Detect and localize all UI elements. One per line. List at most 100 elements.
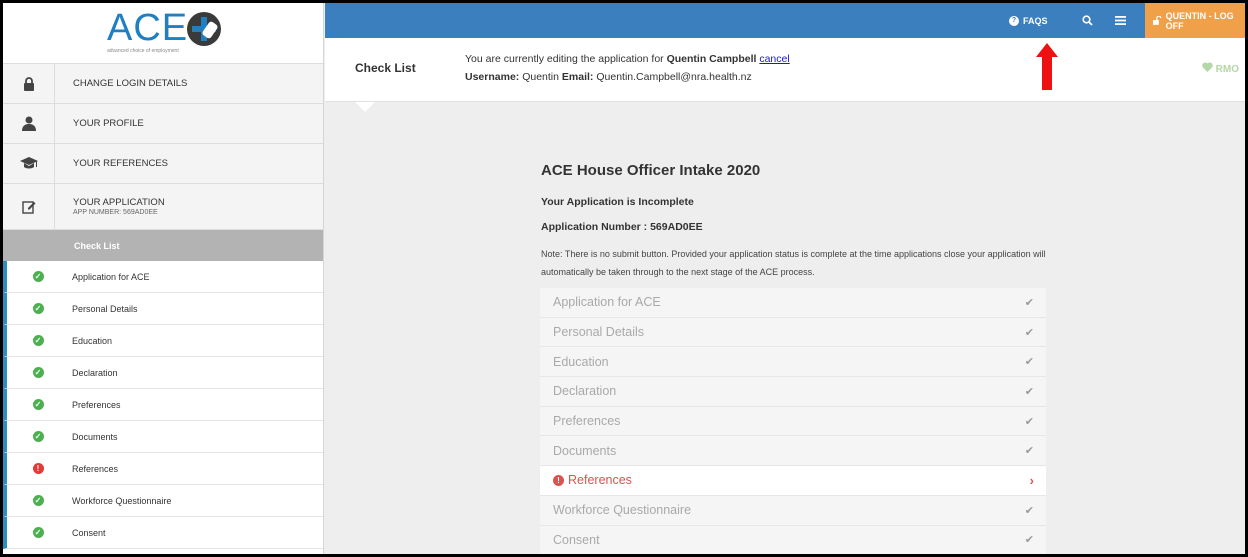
sidebar-item-label: YOUR PROFILE [73, 118, 144, 129]
exclamation-circle-icon: ! [32, 463, 44, 474]
sidebar-step-item[interactable]: ✓ Workforce Questionnaire [3, 485, 323, 517]
step-label: Personal Details [72, 303, 138, 314]
step-status: ✓ [7, 527, 69, 538]
check-circle-icon: ✓ [32, 271, 44, 282]
check-circle-icon: ✓ [32, 527, 44, 538]
checklist-item[interactable]: ! References › [540, 466, 1046, 496]
exclamation-circle-icon: ! [553, 475, 564, 487]
checklist-item[interactable]: Consent ✔ [540, 525, 1046, 554]
step-status: ✓ [7, 367, 69, 378]
logoff-label: QUENTIN - LOG OFF [1165, 10, 1234, 31]
check-circle-icon: ✓ [32, 303, 44, 314]
unlock-icon [1153, 16, 1162, 25]
question-circle-icon: ? [1009, 15, 1019, 26]
email-label: Email: [561, 71, 594, 83]
application-status: Your Application is Incomplete [541, 196, 694, 208]
email-value: Quentin.Campbell@nra.health.nz [596, 71, 752, 83]
checklist-item[interactable]: Education ✔ [540, 347, 1046, 378]
cancel-link[interactable]: cancel [759, 53, 789, 65]
user-details: Username: Quentin Email: Quentin.Campbel… [465, 71, 752, 83]
search-icon [1082, 15, 1093, 26]
sidebar-item-your-profile[interactable]: YOUR PROFILE [3, 104, 323, 144]
check-circle-icon: ✓ [32, 335, 44, 346]
sidebar-step-item[interactable]: ✓ Personal Details [3, 293, 323, 325]
checklist-item-label: Consent [553, 533, 600, 547]
step-label: Education [72, 335, 113, 346]
checklist-item[interactable]: Documents ✔ [540, 436, 1046, 467]
lock-icon [3, 64, 55, 103]
step-label: Declaration [72, 367, 118, 378]
checklist-item-label: Education [553, 355, 609, 369]
sidebar-checklist-header[interactable]: Check List [3, 230, 323, 261]
username-value: Quentin [522, 71, 559, 83]
faqs-label: FAQS [1023, 15, 1048, 26]
application-number: Application Number : 569AD0EE [541, 221, 703, 233]
check-icon: ✔ [1024, 445, 1034, 458]
checklist-item[interactable]: Declaration ✔ [540, 377, 1046, 407]
annotation-arrow-icon [1036, 43, 1058, 91]
checklist-item-text: Consent [553, 532, 600, 547]
step-label: Application for ACE [72, 271, 150, 282]
edit-icon [3, 184, 55, 229]
sidebar-item-your-references[interactable]: YOUR REFERENCES [3, 144, 323, 184]
page-title: Check List [355, 61, 416, 75]
checklist-item-text: Personal Details [553, 325, 645, 340]
menu-button[interactable] [1115, 3, 1126, 38]
checklist-item-label: Documents [553, 444, 616, 458]
search-button[interactable] [1082, 3, 1093, 38]
checklist-item[interactable]: Application for ACE ✔ [540, 288, 1046, 318]
user-icon [3, 104, 55, 143]
faqs-link[interactable]: ? FAQS [1009, 3, 1048, 38]
sidebar-item-label: YOUR APPLICATION APP NUMBER: 569AD0EE [55, 197, 165, 216]
sidebar-step-item[interactable]: ✓ Application for ACE [3, 261, 323, 293]
step-status: ✓ [7, 399, 69, 410]
sidebar-step-item[interactable]: ✓ Preferences [3, 389, 323, 421]
rmo-badge: RMO [1202, 62, 1239, 75]
step-label: References [72, 463, 119, 474]
header-pointer [355, 102, 375, 112]
app-frame: ACE advanced choice of employment CHANGE… [0, 0, 1248, 557]
sidebar-item-your-application[interactable]: YOUR APPLICATION APP NUMBER: 569AD0EE [3, 184, 323, 230]
sidebar-step-item[interactable]: ✓ Education [3, 325, 323, 357]
check-icon: ✔ [1024, 534, 1034, 547]
checklist-item-text: Application for ACE [553, 295, 661, 310]
check-icon: ✔ [1024, 296, 1034, 309]
sidebar-step-item[interactable]: ✓ Consent [3, 517, 323, 549]
sidebar-step-item[interactable]: ✓ Documents [3, 421, 323, 453]
username-label: Username: [465, 71, 520, 83]
checklist-item-label: Application for ACE [553, 295, 661, 309]
sidebar-item-change-login[interactable]: CHANGE LOGIN DETAILS [3, 64, 323, 104]
heart-icon [1202, 62, 1213, 72]
check-icon: ✔ [1024, 415, 1034, 428]
step-label: Workforce Questionnaire [72, 495, 172, 506]
sidebar-step-item[interactable]: ! References [3, 453, 323, 485]
intake-title: ACE House Officer Intake 2020 [541, 162, 761, 179]
page-header: Check List You are currently editing the… [325, 38, 1245, 102]
checklist-item[interactable]: Preferences ✔ [540, 406, 1046, 437]
step-label: Preferences [72, 399, 121, 410]
check-icon: ✔ [1024, 504, 1034, 517]
checklist-item-text: References [568, 473, 632, 488]
logoff-button[interactable]: QUENTIN - LOG OFF [1145, 3, 1245, 38]
logo[interactable]: ACE advanced choice of employment [3, 3, 323, 64]
check-circle-icon: ✓ [32, 367, 44, 378]
check-circle-icon: ✓ [32, 399, 44, 410]
sidebar-step-item[interactable]: ✓ Declaration [3, 357, 323, 389]
checklist-item-label: Workforce Questionnaire [553, 503, 691, 517]
step-status: ! [7, 463, 69, 474]
sidebar-item-label: YOUR REFERENCES [73, 158, 169, 169]
checklist-item-text: Workforce Questionnaire [553, 503, 692, 518]
hamburger-icon [1115, 16, 1126, 25]
editing-notice: You are currently editing the applicatio… [465, 53, 790, 65]
checklist-item[interactable]: Personal Details ✔ [540, 317, 1046, 348]
checklist-item[interactable]: Workforce Questionnaire ✔ [540, 495, 1046, 526]
checklist-item-text: Preferences [553, 414, 621, 429]
checklist-item-text: Documents [553, 443, 617, 458]
sidebar-item-label: CHANGE LOGIN DETAILS [73, 78, 188, 89]
check-circle-icon: ✓ [32, 431, 44, 442]
check-icon: ✔ [1024, 326, 1034, 339]
check-icon: ✔ [1024, 385, 1034, 398]
step-status: ✓ [7, 495, 69, 506]
chevron-right-icon: › [1029, 472, 1034, 488]
step-status: ✓ [7, 431, 69, 442]
